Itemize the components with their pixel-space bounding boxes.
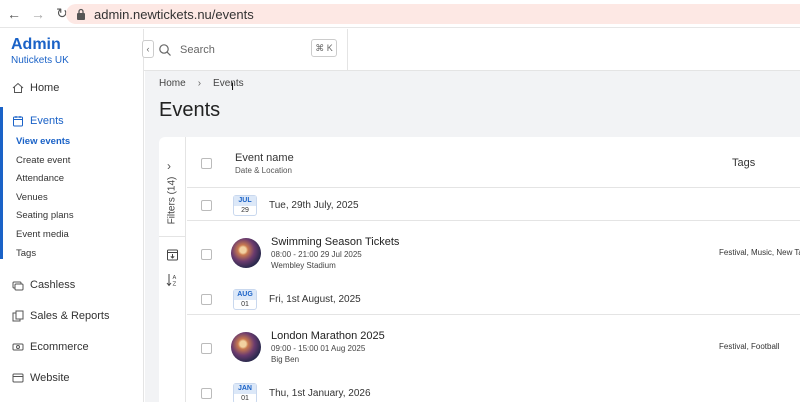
calendar-month: JAN [234,384,256,394]
home-icon [12,82,24,94]
event-time: 09:00 - 15:00 01 Aug 2025 [271,344,366,353]
sidebar-subitem-event-media[interactable]: Event media [16,229,69,240]
page-title: Events [159,99,221,121]
calendar-badge: AUG 01 [233,289,257,310]
sidebar-item-home[interactable]: Home [12,82,59,94]
search-icon [159,44,171,56]
sidebar-subitem-create-event[interactable]: Create event [16,155,70,166]
address-bar[interactable]: admin.newtickets.nu/events [66,4,800,24]
sidebar-item-label: Cashless [30,279,76,291]
brand-subtitle[interactable]: Nutickets UK [11,55,69,66]
calendar-icon [12,115,24,127]
sidebar-item-label: Ecommerce [30,341,89,353]
date-label: Tue, 29th July, 2025 [269,200,359,211]
sidebar-item-label: Home [30,82,60,94]
search-box[interactable]: Search ⌘ K [158,29,348,71]
sort-az-icon[interactable]: AZ [166,273,179,287]
svg-text:Z: Z [173,282,177,288]
filters-rail[interactable]: › Filters (14) AZ [159,137,186,402]
event-title[interactable]: Swimming Season Tickets [271,236,399,248]
sidebar-item-label: Website [30,372,70,384]
sidebar-item-label: Sales & Reports [30,310,110,322]
url-text: admin.newtickets.nu/events [94,6,254,22]
ecommerce-icon [12,341,24,353]
sidebar-item-events[interactable]: Events [12,115,64,127]
website-icon [12,372,24,384]
calendar-badge: JAN 01 [233,383,257,402]
table-row[interactable]: London Marathon 2025 09:00 - 15:00 01 Au… [187,316,800,371]
row-checkbox[interactable] [201,343,212,354]
calendar-month: AUG [234,290,256,300]
events-table-card: › Filters (14) AZ Event name Date & Loca… [159,137,800,402]
filters-toggle[interactable]: Filters (14) [167,166,178,236]
date-group-row: JAN 01 Thu, 1st January, 2026 [187,377,800,402]
row-checkbox[interactable] [201,200,212,211]
event-tags: Festival, Football [719,342,780,351]
calendar-badge: JUL 29 [233,195,257,216]
event-venue: Wembley Stadium [271,261,336,270]
cashless-icon [12,279,24,291]
select-all-checkbox[interactable] [201,158,212,169]
chevron-left-icon: ‹ [146,44,150,54]
column-header-event-name[interactable]: Event name [235,152,294,164]
event-time: 08:00 - 21:00 29 Jul 2025 [271,250,362,259]
date-label: Thu, 1st January, 2026 [269,388,371,399]
event-thumbnail [231,238,261,268]
topbar: ‹ Search ⌘ K [142,29,800,71]
row-checkbox[interactable] [201,388,212,399]
sidebar-item-cashless[interactable]: Cashless [12,279,75,291]
arrow-left-icon[interactable]: ← [4,4,24,24]
row-checkbox[interactable] [201,294,212,305]
calendar-download-icon[interactable] [166,247,179,261]
event-title[interactable]: London Marathon 2025 [271,330,385,342]
sidebar: Admin Nutickets UK Home Events View even… [0,29,144,402]
events-table: Event name Date & Location Tags JUL 29 T… [187,137,800,402]
reports-icon [12,310,24,322]
event-venue: Big Ben [271,355,300,364]
event-thumbnail [231,332,261,362]
sidebar-item-ecommerce[interactable]: Ecommerce [12,341,89,353]
brand-title: Admin [11,36,61,53]
column-header-tags[interactable]: Tags [732,157,755,169]
date-group-row: AUG 01 Fri, 1st August, 2025 [187,283,800,315]
search-shortcut: ⌘ K [311,39,337,57]
sidebar-item-sales-reports[interactable]: Sales & Reports [12,310,109,322]
calendar-month: JUL [234,196,256,206]
chevron-right-icon: › [197,78,202,89]
text-cursor-icon: I [231,81,235,93]
lock-icon [77,8,85,20]
svg-text:A: A [173,275,177,281]
sidebar-subitem-venues[interactable]: Venues [16,192,48,203]
event-tags: Festival, Music, New Tag 2, [719,248,800,257]
sidebar-item-website[interactable]: Website [12,372,70,384]
breadcrumb-home[interactable]: Home [159,78,186,89]
breadcrumb-current: Events [213,78,244,89]
sidebar-subitem-view-events[interactable]: View events [16,136,70,147]
date-label: Fri, 1st August, 2025 [269,294,361,305]
main-content: Home › Events Events › Filters (14) AZ E… [145,71,800,402]
calendar-day: 01 [241,395,249,402]
column-header-date-location: Date & Location [235,166,292,175]
browser-toolbar: ← → ↻ admin.newtickets.nu/events [0,0,800,28]
sidebar-item-label: Events [30,115,64,127]
sidebar-subitem-seating-plans[interactable]: Seating plans [16,210,74,221]
divider [159,236,186,237]
search-input[interactable]: Search [180,44,215,56]
table-header: Event name Date & Location Tags [187,137,800,188]
arrow-right-icon[interactable]: → [28,4,48,24]
calendar-day: 01 [241,301,249,308]
collapse-sidebar-button[interactable]: ‹ [142,40,154,58]
sidebar-subitem-attendance[interactable]: Attendance [16,173,64,184]
date-group-row: JUL 29 Tue, 29th July, 2025 [187,189,800,221]
active-indicator [0,107,3,259]
sidebar-subitem-tags[interactable]: Tags [16,248,36,259]
calendar-day: 29 [241,207,249,214]
row-checkbox[interactable] [201,249,212,260]
